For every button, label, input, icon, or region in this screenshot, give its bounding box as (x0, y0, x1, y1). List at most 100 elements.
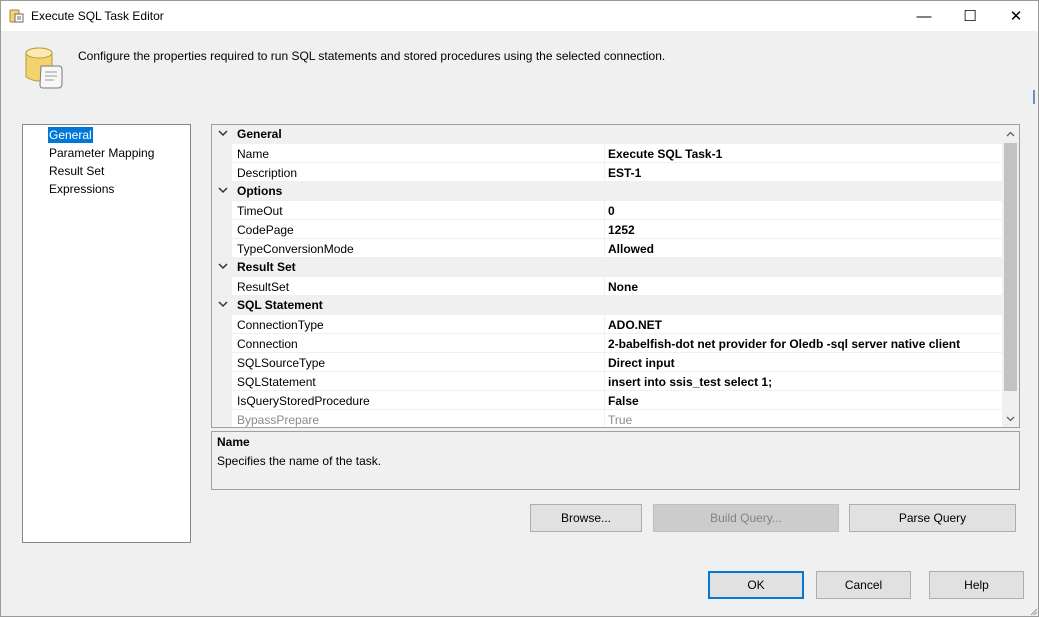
column-divider[interactable] (604, 239, 605, 258)
side-collapse-icon (1033, 90, 1035, 104)
category-sql-statement[interactable]: SQL Statement (212, 296, 1002, 315)
nav-item-result-set[interactable]: Result Set (48, 163, 105, 179)
property-name: IsQueryStoredProcedure (237, 394, 370, 408)
scroll-thumb[interactable] (1004, 143, 1017, 391)
column-divider[interactable] (604, 277, 605, 296)
chevron-down-icon[interactable] (218, 185, 228, 195)
chevron-down-icon[interactable] (218, 261, 228, 271)
property-row-connection[interactable]: Connection 2-babelfish-dot net provider … (212, 334, 1002, 353)
row-margin (212, 410, 232, 427)
property-row-timeout[interactable]: TimeOut 0 (212, 201, 1002, 220)
parse-query-button[interactable]: Parse Query (849, 504, 1016, 532)
close-icon: ✕ (1009, 8, 1023, 25)
property-name: Description (237, 166, 298, 180)
property-row-is-query-stored-procedure[interactable]: IsQueryStoredProcedure False (212, 391, 1002, 410)
chevron-down-icon[interactable] (218, 128, 228, 138)
row-margin (212, 334, 232, 353)
property-grid[interactable]: General Name Execute SQL Task-1 Descript… (211, 124, 1020, 428)
scroll-down-button[interactable] (1002, 410, 1019, 427)
ok-button[interactable]: OK (708, 571, 804, 599)
nav-item-expressions[interactable]: Expressions (48, 181, 115, 197)
row-margin (212, 391, 232, 410)
browse-button[interactable]: Browse... (530, 504, 642, 532)
description-text: Specifies the name of the task. (217, 454, 382, 468)
property-value[interactable]: EST-1 (608, 166, 641, 180)
property-value[interactable]: 1252 (608, 223, 635, 237)
column-divider (604, 410, 605, 427)
property-name: CodePage (237, 223, 294, 237)
build-query-button: Build Query... (653, 504, 839, 532)
ssis-task-icon (9, 9, 24, 23)
property-row-type-conversion-mode[interactable]: TypeConversionMode Allowed (212, 239, 1002, 258)
property-value[interactable]: None (608, 280, 638, 294)
property-row-sql-source-type[interactable]: SQLSourceType Direct input (212, 353, 1002, 372)
property-name: ResultSet (237, 280, 290, 294)
help-button[interactable]: Help (929, 571, 1024, 599)
property-row-name[interactable]: Name Execute SQL Task-1 (212, 144, 1002, 163)
column-divider[interactable] (604, 315, 605, 334)
property-value[interactable]: insert into ssis_test select 1; (608, 375, 772, 389)
cancel-button[interactable]: Cancel (816, 571, 911, 599)
category-label: Result Set (237, 260, 296, 274)
property-row-sql-statement[interactable]: SQLStatement insert into ssis_test selec… (212, 372, 1002, 391)
resize-grip-icon[interactable] (1028, 606, 1038, 616)
category-general[interactable]: General (212, 125, 1002, 144)
column-divider[interactable] (604, 372, 605, 391)
nav-item-parameter-mapping[interactable]: Parameter Mapping (48, 145, 155, 161)
minimize-icon: — (916, 7, 932, 25)
property-name: TimeOut (237, 204, 283, 218)
window-title: Execute SQL Task Editor (31, 9, 164, 23)
row-margin (212, 239, 232, 258)
scroll-up-button[interactable] (1002, 125, 1019, 142)
maximize-button[interactable]: ☐ (947, 1, 993, 31)
property-value[interactable]: 2-babelfish-dot net provider for Oledb -… (608, 337, 960, 351)
property-name: SQLSourceType (237, 356, 326, 370)
column-divider[interactable] (604, 220, 605, 239)
property-row-connection-type[interactable]: ConnectionType ADO.NET (212, 315, 1002, 334)
chevron-up-icon (1006, 131, 1015, 136)
property-value[interactable]: 0 (608, 204, 615, 218)
row-margin (212, 201, 232, 220)
property-value[interactable]: Allowed (608, 242, 654, 256)
property-value[interactable]: False (608, 394, 639, 408)
row-margin (212, 315, 232, 334)
close-button[interactable]: ✕ (993, 1, 1039, 31)
row-margin (212, 372, 232, 391)
column-divider[interactable] (604, 163, 605, 182)
column-divider[interactable] (604, 353, 605, 372)
page-navigation-list[interactable]: General Parameter Mapping Result Set Exp… (22, 124, 191, 543)
category-label: General (237, 127, 282, 141)
row-margin (212, 220, 232, 239)
property-name: ConnectionType (237, 318, 324, 332)
category-options[interactable]: Options (212, 182, 1002, 201)
property-row-codepage[interactable]: CodePage 1252 (212, 220, 1002, 239)
property-name: BypassPrepare (237, 413, 320, 427)
execute-sql-task-editor-window: Execute SQL Task Editor — ☐ ✕ Configure … (0, 0, 1039, 617)
row-margin (212, 144, 232, 163)
column-divider[interactable] (604, 391, 605, 410)
chevron-down-icon (1006, 416, 1015, 421)
property-value[interactable]: Execute SQL Task-1 (608, 147, 722, 161)
category-label: Options (237, 184, 283, 198)
property-value: True (608, 413, 633, 427)
property-value[interactable]: Direct input (608, 356, 675, 370)
property-value[interactable]: ADO.NET (608, 318, 662, 332)
property-row-description[interactable]: Description EST-1 (212, 163, 1002, 182)
category-result-set[interactable]: Result Set (212, 258, 1002, 277)
property-name: Connection (237, 337, 298, 351)
nav-item-general[interactable]: General (48, 127, 93, 143)
vertical-scrollbar[interactable] (1002, 125, 1019, 427)
property-row-resultset[interactable]: ResultSet None (212, 277, 1002, 296)
column-divider[interactable] (604, 334, 605, 353)
minimize-button[interactable]: — (901, 1, 947, 31)
chevron-down-icon[interactable] (218, 299, 228, 309)
property-name: TypeConversionMode (237, 242, 354, 256)
column-divider[interactable] (604, 144, 605, 163)
row-margin (212, 353, 232, 372)
property-row-bypass-prepare: BypassPrepare True (212, 410, 1002, 427)
title-bar[interactable]: Execute SQL Task Editor — ☐ ✕ (1, 1, 1038, 31)
property-name: Name (237, 147, 270, 161)
maximize-icon: ☐ (963, 8, 977, 25)
column-divider[interactable] (604, 201, 605, 220)
row-margin (212, 277, 232, 296)
